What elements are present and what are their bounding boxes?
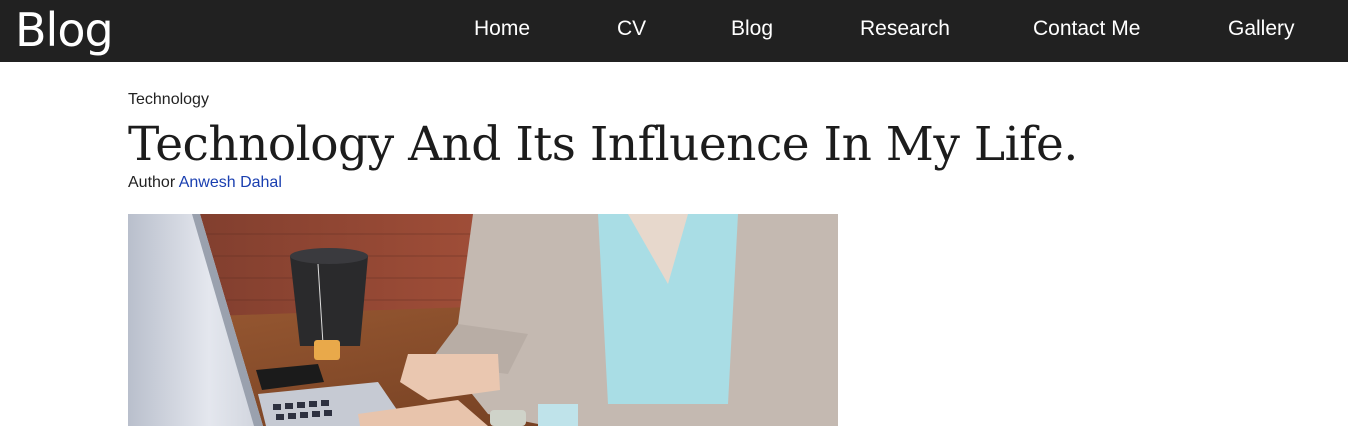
post-category: Technology — [128, 91, 209, 108]
hero-image — [128, 214, 838, 426]
nav-blog[interactable]: Blog — [731, 0, 773, 58]
brand-logo[interactable]: Blog — [15, 2, 114, 58]
post-title: Technology And Its Influence In My Life. — [128, 117, 1078, 172]
top-navbar: Blog Home CV Blog Research Contact Me Ga… — [0, 0, 1348, 62]
nav-home[interactable]: Home — [474, 0, 530, 58]
author-link[interactable]: Anwesh Dahal — [179, 174, 282, 191]
nav-contact-me[interactable]: Contact Me — [1033, 0, 1140, 58]
nav-gallery[interactable]: Gallery — [1228, 0, 1295, 58]
nav-research[interactable]: Research — [860, 0, 950, 58]
author-label: Author — [128, 174, 176, 191]
post-byline: Author Anwesh Dahal — [128, 174, 282, 192]
nav-cv[interactable]: CV — [617, 0, 646, 58]
